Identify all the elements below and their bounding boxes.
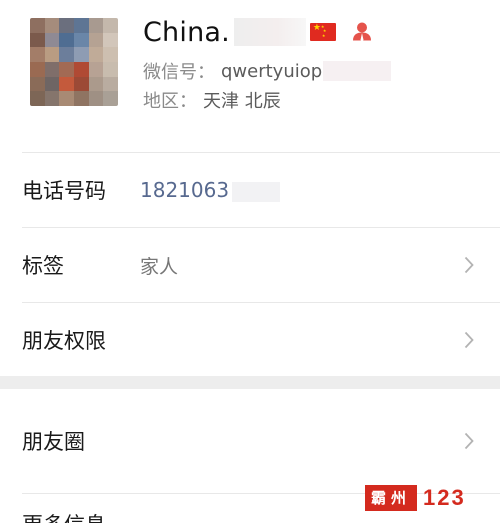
avatar-mosaic-cell bbox=[59, 47, 74, 62]
phone-number: 1821063 bbox=[140, 178, 230, 202]
avatar[interactable] bbox=[30, 18, 118, 106]
avatar-mosaic-cell bbox=[103, 32, 118, 48]
phone-value[interactable]: 1821063 bbox=[140, 178, 281, 202]
avatar-mosaic-cell bbox=[88, 62, 104, 77]
avatar-mosaic-cell bbox=[59, 32, 74, 48]
avatar-mosaic-cell bbox=[44, 47, 60, 62]
avatar-mosaic-cell bbox=[88, 47, 104, 62]
name-row: China. ★ ★ ★ ★ bbox=[143, 14, 374, 50]
avatar-mosaic-cell bbox=[44, 62, 60, 77]
avatar-mosaic-cell bbox=[103, 91, 118, 106]
avatar-mosaic-cell bbox=[74, 76, 89, 92]
avatar-mosaic-cell bbox=[88, 32, 104, 48]
phone-label: 电话号码 bbox=[22, 179, 106, 203]
avatar-mosaic-cell bbox=[59, 91, 74, 106]
friend-permissions-row[interactable]: 朋友权限 bbox=[0, 303, 500, 377]
region-line: 地区： 天津 北辰 bbox=[143, 87, 281, 113]
contact-profile-page: China. ★ ★ ★ ★ 微信号： qwertyuiop 地区： 天津 北辰… bbox=[0, 0, 500, 523]
avatar-mosaic-cell bbox=[30, 62, 45, 77]
avatar-mosaic-cell bbox=[44, 32, 60, 48]
phone-redaction bbox=[232, 181, 281, 202]
avatar-mosaic-cell bbox=[74, 18, 89, 33]
chevron-right-icon bbox=[464, 331, 474, 349]
avatar-mosaic-cell bbox=[88, 91, 104, 106]
chevron-right-icon bbox=[464, 432, 474, 450]
person-icon bbox=[350, 21, 374, 43]
avatar-mosaic-cell bbox=[59, 62, 74, 77]
china-flag-icon: ★ ★ ★ ★ bbox=[309, 23, 336, 41]
avatar-mosaic-cell bbox=[103, 18, 118, 33]
avatar-mosaic-cell bbox=[74, 32, 89, 48]
region-value: 天津 北辰 bbox=[203, 91, 281, 112]
avatar-mosaic-cell bbox=[30, 32, 45, 48]
avatar-mosaic-cell bbox=[44, 91, 60, 106]
display-name: China. bbox=[143, 16, 230, 48]
tags-label: 标签 bbox=[22, 254, 64, 278]
avatar-mosaic-cell bbox=[103, 47, 118, 62]
profile-header: China. ★ ★ ★ ★ 微信号： qwertyuiop 地区： 天津 北辰 bbox=[0, 0, 500, 152]
tags-row[interactable]: 标签 家人 bbox=[0, 228, 500, 302]
friend-permissions-label: 朋友权限 bbox=[22, 329, 106, 353]
avatar-mosaic-cell bbox=[44, 76, 60, 92]
wechat-id-label: 微信号： bbox=[143, 62, 215, 83]
more-info-label[interactable]: 更多信息 bbox=[22, 512, 106, 523]
phone-row[interactable]: 电话号码 1821063 bbox=[0, 153, 500, 227]
avatar-mosaic-cell bbox=[74, 47, 89, 62]
wechat-id-value: qwertyuiop bbox=[221, 60, 323, 82]
avatar-mosaic-cell bbox=[44, 18, 60, 33]
avatar-mosaic-cell bbox=[30, 18, 45, 33]
flag-star-small: ★ bbox=[321, 33, 326, 38]
avatar-mosaic-cell bbox=[30, 47, 45, 62]
avatar-mosaic-cell bbox=[74, 62, 89, 77]
watermark-badge: 霸州 bbox=[365, 485, 418, 511]
avatar-mosaic-cell bbox=[30, 76, 45, 92]
watermark-number: 123 bbox=[423, 485, 466, 510]
avatar-mosaic-cell bbox=[59, 76, 74, 92]
moments-label: 朋友圈 bbox=[22, 430, 85, 454]
section-gap bbox=[0, 376, 500, 389]
chevron-right-icon bbox=[464, 256, 474, 274]
avatar-mosaic-cell bbox=[88, 76, 104, 92]
wechat-id-line: 微信号： qwertyuiop bbox=[143, 58, 392, 84]
name-redaction bbox=[233, 18, 306, 46]
avatar-mosaic-cell bbox=[103, 76, 118, 92]
moments-row[interactable]: 朋友圈 bbox=[0, 404, 500, 478]
tags-value: 家人 bbox=[140, 255, 179, 278]
avatar-mosaic-cell bbox=[103, 62, 118, 77]
watermark: 霸州 123 bbox=[365, 485, 466, 511]
avatar-mosaic-cell bbox=[30, 91, 45, 106]
avatar-mosaic-cell bbox=[59, 18, 74, 33]
avatar-mosaic-cell bbox=[74, 91, 89, 106]
wechat-id-redaction bbox=[323, 61, 392, 81]
flag-star-large: ★ bbox=[312, 23, 321, 33]
region-label: 地区： bbox=[143, 91, 197, 112]
avatar-mosaic-cell bbox=[88, 18, 104, 33]
